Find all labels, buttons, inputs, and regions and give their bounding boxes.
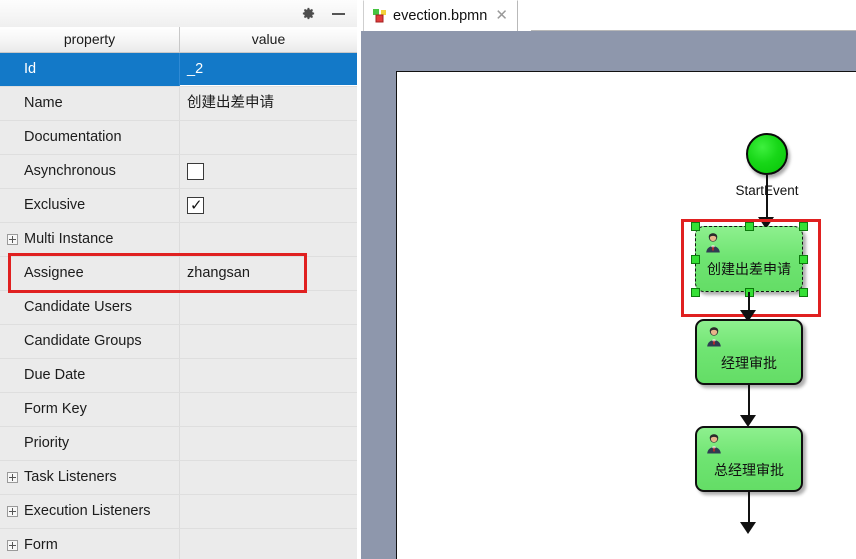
property-value-cell[interactable]: _2 xyxy=(180,53,357,86)
property-name-cell: Name xyxy=(0,87,180,120)
task-node-1[interactable]: 创建出差申请 xyxy=(691,222,808,297)
property-value-cell[interactable]: 创建出差申请 xyxy=(180,87,357,120)
bpmn-file-icon xyxy=(372,8,388,24)
gear-icon[interactable] xyxy=(297,3,319,24)
property-name-cell: Documentation xyxy=(0,121,180,154)
task-node-2[interactable]: 经理审批 xyxy=(695,319,803,385)
property-row[interactable]: Priority xyxy=(0,427,357,461)
property-row[interactable]: Asynchronous xyxy=(0,155,357,189)
user-task-icon xyxy=(704,326,724,347)
property-name-cell: Form Key xyxy=(0,393,180,426)
bpmn-editor: evection.bpmn ✕ StartEvent xyxy=(361,0,856,559)
connector-start-to-task1 xyxy=(766,175,768,223)
resize-handle-sw[interactable] xyxy=(691,288,700,297)
property-row[interactable]: Name 创建出差申请 xyxy=(0,87,357,121)
tab-label: evection.bpmn xyxy=(393,8,488,24)
start-event-node[interactable] xyxy=(746,133,788,175)
property-value-cell[interactable] xyxy=(180,393,357,426)
property-name-cell: Id xyxy=(0,53,180,86)
property-row[interactable]: Form Key xyxy=(0,393,357,427)
property-name-cell: Assignee xyxy=(0,257,180,290)
property-value-cell[interactable]: zhangsan xyxy=(180,257,357,290)
task-label-2: 经理审批 xyxy=(721,356,777,372)
tab-evection-bpmn[interactable]: evection.bpmn ✕ xyxy=(363,0,518,31)
property-value-cell[interactable] xyxy=(180,359,357,392)
property-value-cell[interactable] xyxy=(180,155,357,188)
connector-task3-out xyxy=(748,492,750,524)
task-label-1: 创建出差申请 xyxy=(707,262,791,278)
property-value-cell[interactable] xyxy=(180,495,357,528)
properties-table-header: property value xyxy=(0,27,357,53)
property-name-cell: Priority xyxy=(0,427,180,460)
user-task-icon xyxy=(704,433,724,454)
property-name-cell: Multi Instance xyxy=(0,223,180,256)
properties-rows: Id _2 Name 创建出差申请 Documentation Asynchronous E… xyxy=(0,53,357,559)
property-row[interactable]: Exclusive ✓ xyxy=(0,189,357,223)
property-name-cell: Exclusive xyxy=(0,189,180,222)
properties-table: property value Id _2 Name 创建出差申请 Documentati… xyxy=(0,27,357,559)
property-name-cell: Task Listeners xyxy=(0,461,180,494)
property-name-cell: Candidate Users xyxy=(0,291,180,324)
resize-handle-ne[interactable] xyxy=(799,222,808,231)
property-row[interactable]: Candidate Groups xyxy=(0,325,357,359)
property-name-cell: Asynchronous xyxy=(0,155,180,188)
properties-panel-toolbar xyxy=(0,0,357,28)
property-row[interactable]: Multi Instance xyxy=(0,223,357,257)
minimize-icon[interactable] xyxy=(327,3,349,24)
resize-handle-n[interactable] xyxy=(745,222,754,231)
property-value-cell[interactable] xyxy=(180,461,357,494)
user-task-icon xyxy=(703,232,723,253)
property-name-cell: Execution Listeners xyxy=(0,495,180,528)
property-value-cell[interactable] xyxy=(180,291,357,324)
connector-task2-to-task3 xyxy=(748,385,750,417)
property-value-cell[interactable] xyxy=(180,427,357,460)
property-row[interactable]: Task Listeners xyxy=(0,461,357,495)
property-row[interactable]: Form xyxy=(0,529,357,559)
property-row[interactable]: Execution Listeners xyxy=(0,495,357,529)
column-header-value: value xyxy=(251,31,286,47)
editor-tab-bar: evection.bpmn ✕ xyxy=(361,0,856,32)
properties-panel: property value Id _2 Name 创建出差申请 Documentati… xyxy=(0,0,357,559)
column-header-property: property xyxy=(0,27,180,52)
close-icon[interactable]: ✕ xyxy=(495,8,508,23)
resize-handle-se[interactable] xyxy=(799,288,808,297)
application-window: property value Id _2 Name 创建出差申请 Documentati… xyxy=(0,0,856,559)
property-value-cell[interactable] xyxy=(180,121,357,154)
property-value-cell[interactable] xyxy=(180,189,357,222)
resize-handle-e[interactable] xyxy=(799,255,808,264)
diagram-canvas[interactable]: StartEvent 创建出差申请 xyxy=(361,31,856,559)
property-row[interactable]: Assignee zhangsan xyxy=(0,257,357,291)
property-name-cell: Form xyxy=(0,529,180,559)
property-row[interactable]: Candidate Users xyxy=(0,291,357,325)
property-row[interactable]: Due Date xyxy=(0,359,357,393)
property-row[interactable]: Documentation xyxy=(0,121,357,155)
property-name-cell: Due Date xyxy=(0,359,180,392)
property-value-cell[interactable] xyxy=(180,529,357,559)
property-name-cell: Candidate Groups xyxy=(0,325,180,358)
task-label-3: 总经理审批 xyxy=(714,463,784,479)
resize-handle-nw[interactable] xyxy=(691,222,700,231)
minimize-dash xyxy=(331,12,345,15)
resize-handle-w[interactable] xyxy=(691,255,700,264)
property-row[interactable]: Id _2 xyxy=(0,53,357,87)
arrowhead-out xyxy=(740,522,756,534)
property-value-cell[interactable] xyxy=(180,223,357,256)
task-node-3[interactable]: 总经理审批 xyxy=(695,426,803,492)
property-value-cell[interactable] xyxy=(180,325,357,358)
